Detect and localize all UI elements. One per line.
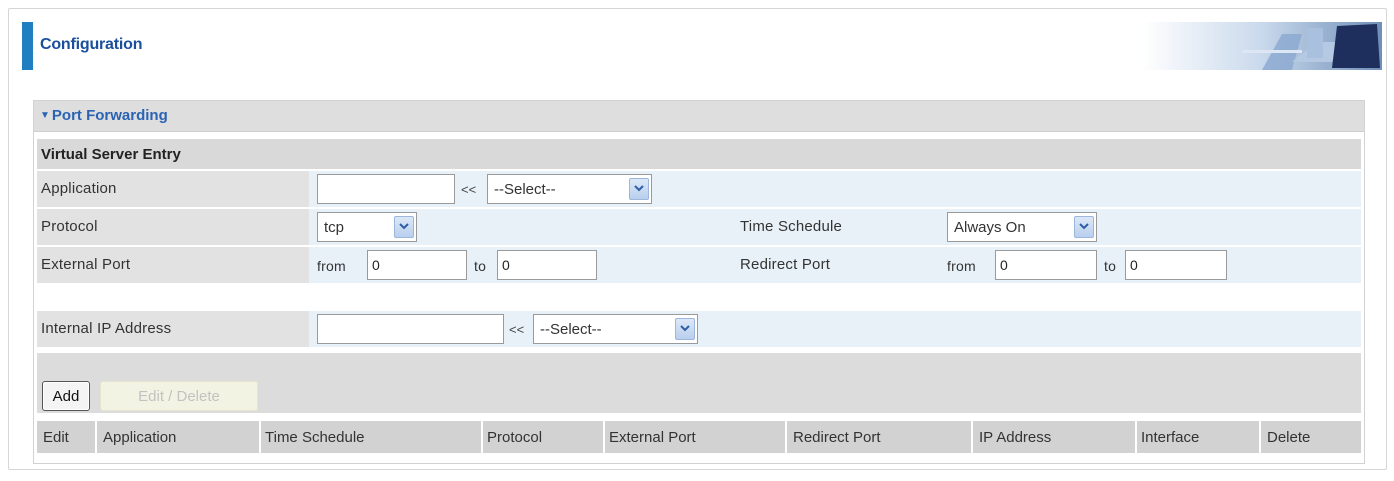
internal-ip-label-cell: Internal IP Address	[37, 311, 309, 347]
column-separator	[971, 421, 973, 453]
chevron-down-icon[interactable]	[629, 178, 649, 200]
external-port-from-input[interactable]	[367, 250, 467, 280]
page-header: Configuration	[22, 22, 1382, 70]
column-header-external-port: External Port	[609, 429, 696, 446]
protocol-select-value: tcp	[324, 219, 345, 236]
internal-ip-label: Internal IP Address	[41, 320, 172, 337]
column-separator	[603, 421, 605, 453]
time-schedule-label: Time Schedule	[740, 218, 843, 235]
redirect-port-from-input[interactable]	[995, 250, 1097, 280]
panel-title: ▼ Port Forwarding	[40, 107, 168, 124]
redirect-to-label: to	[1104, 258, 1117, 274]
external-port-label: External Port	[41, 256, 131, 273]
application-input[interactable]	[317, 174, 455, 204]
column-header-application: Application	[103, 429, 177, 446]
header-accent-bar	[22, 22, 33, 70]
section-header: Virtual Server Entry	[37, 139, 1361, 169]
internal-ip-select-value: --Select--	[540, 321, 602, 338]
external-port-label-cell: External Port	[37, 247, 309, 283]
redirect-port-label: Redirect Port	[740, 256, 831, 273]
application-label: Application	[41, 180, 117, 197]
column-separator	[259, 421, 261, 453]
chevron-down-icon[interactable]	[1074, 216, 1094, 238]
application-label-cell: Application	[37, 171, 309, 207]
internal-ip-separator: <<	[509, 322, 525, 337]
button-bar: Add Edit / Delete	[37, 353, 1361, 413]
column-header-delete: Delete	[1267, 429, 1311, 446]
application-separator: <<	[461, 182, 477, 197]
application-row: Application << --Select--	[37, 171, 1361, 207]
column-header-edit: Edit	[43, 429, 69, 446]
external-port-to-input[interactable]	[497, 250, 597, 280]
external-to-label: to	[474, 258, 487, 274]
column-separator	[1135, 421, 1137, 453]
protocol-label-cell: Protocol	[37, 209, 309, 245]
triangle-down-icon: ▼	[40, 110, 50, 121]
section-title: Virtual Server Entry	[41, 146, 181, 163]
column-header-redirect-port: Redirect Port	[793, 429, 881, 446]
column-header-time-schedule: Time Schedule	[265, 429, 365, 446]
column-header-interface: Interface	[1141, 429, 1200, 446]
internal-ip-input[interactable]	[317, 314, 504, 344]
column-separator	[1259, 421, 1261, 453]
protocol-row: Protocol tcp Time Schedule Always On	[37, 209, 1361, 245]
page-title: Configuration	[40, 36, 143, 53]
protocol-label: Protocol	[41, 218, 98, 235]
column-header-ip-address: IP Address	[979, 429, 1052, 446]
time-schedule-select-value: Always On	[954, 219, 1026, 236]
application-select[interactable]: --Select--	[487, 174, 652, 204]
internal-ip-row: Internal IP Address << --Select--	[37, 311, 1361, 347]
column-header-protocol: Protocol	[487, 429, 543, 446]
chevron-down-icon[interactable]	[394, 216, 414, 238]
port-row: External Port from to Redirect Port from…	[37, 247, 1361, 283]
protocol-select[interactable]: tcp	[317, 212, 417, 242]
redirect-from-label: from	[947, 258, 976, 274]
panel-title-text: Port Forwarding	[51, 107, 168, 124]
time-schedule-select[interactable]: Always On	[947, 212, 1097, 242]
column-separator	[785, 421, 787, 453]
edit-delete-button[interactable]: Edit / Delete	[100, 381, 258, 411]
chevron-down-icon[interactable]	[675, 318, 695, 340]
application-select-value: --Select--	[494, 181, 556, 198]
table-header: Edit Application Time Schedule Protocol …	[37, 421, 1361, 453]
panel-header[interactable]: ▼ Port Forwarding	[34, 101, 1364, 132]
external-from-label: from	[317, 258, 346, 274]
internal-ip-select[interactable]: --Select--	[533, 314, 698, 344]
redirect-port-to-input[interactable]	[1125, 250, 1227, 280]
header-banner-image	[1142, 22, 1382, 70]
port-forwarding-panel: ▼ Port Forwarding Virtual Server Entry Ap…	[33, 100, 1365, 464]
column-separator	[481, 421, 483, 453]
add-button[interactable]: Add	[42, 381, 90, 411]
column-separator	[95, 421, 97, 453]
